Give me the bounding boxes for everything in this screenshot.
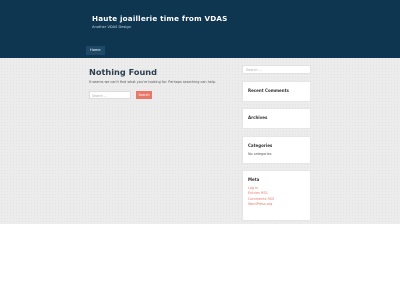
widget-title-meta: Meta <box>248 177 260 182</box>
main-content: Nothing Found It seems we can't find wha… <box>86 62 234 222</box>
not-found-message: It seems we can't find what you're looki… <box>89 80 217 84</box>
widget-categories: Categories No categories <box>242 136 311 164</box>
search-button[interactable]: Search <box>136 91 152 99</box>
nav-item-home[interactable]: Home <box>86 46 105 55</box>
site-header: Haute joaillerie time from VDAS Another … <box>0 0 400 58</box>
site-title[interactable]: Haute joaillerie time from VDAS <box>92 14 228 23</box>
site-tagline: Another VDAS Design <box>92 25 131 29</box>
widget-title-categories: Categories <box>248 143 273 148</box>
widget-archives: Archives <box>242 108 311 129</box>
widget-meta: Meta Log in Entries RSS Comments RSS Wor… <box>242 170 311 221</box>
widget-title-recent-comments: Recent Comments <box>248 88 289 93</box>
page-title: Nothing Found <box>89 67 157 77</box>
widget-recent-comments: Recent Comments <box>242 81 311 102</box>
categories-empty-text: No categories <box>248 152 272 156</box>
sidebar-search-input[interactable]: Search ... <box>242 65 311 74</box>
meta-link-wordpress-org[interactable]: WordPress.org <box>248 202 305 207</box>
search-input[interactable]: Search ... <box>89 91 131 99</box>
widget-title-archives: Archives <box>248 115 268 120</box>
meta-link-list: Log in Entries RSS Comments RSS WordPres… <box>248 186 305 208</box>
